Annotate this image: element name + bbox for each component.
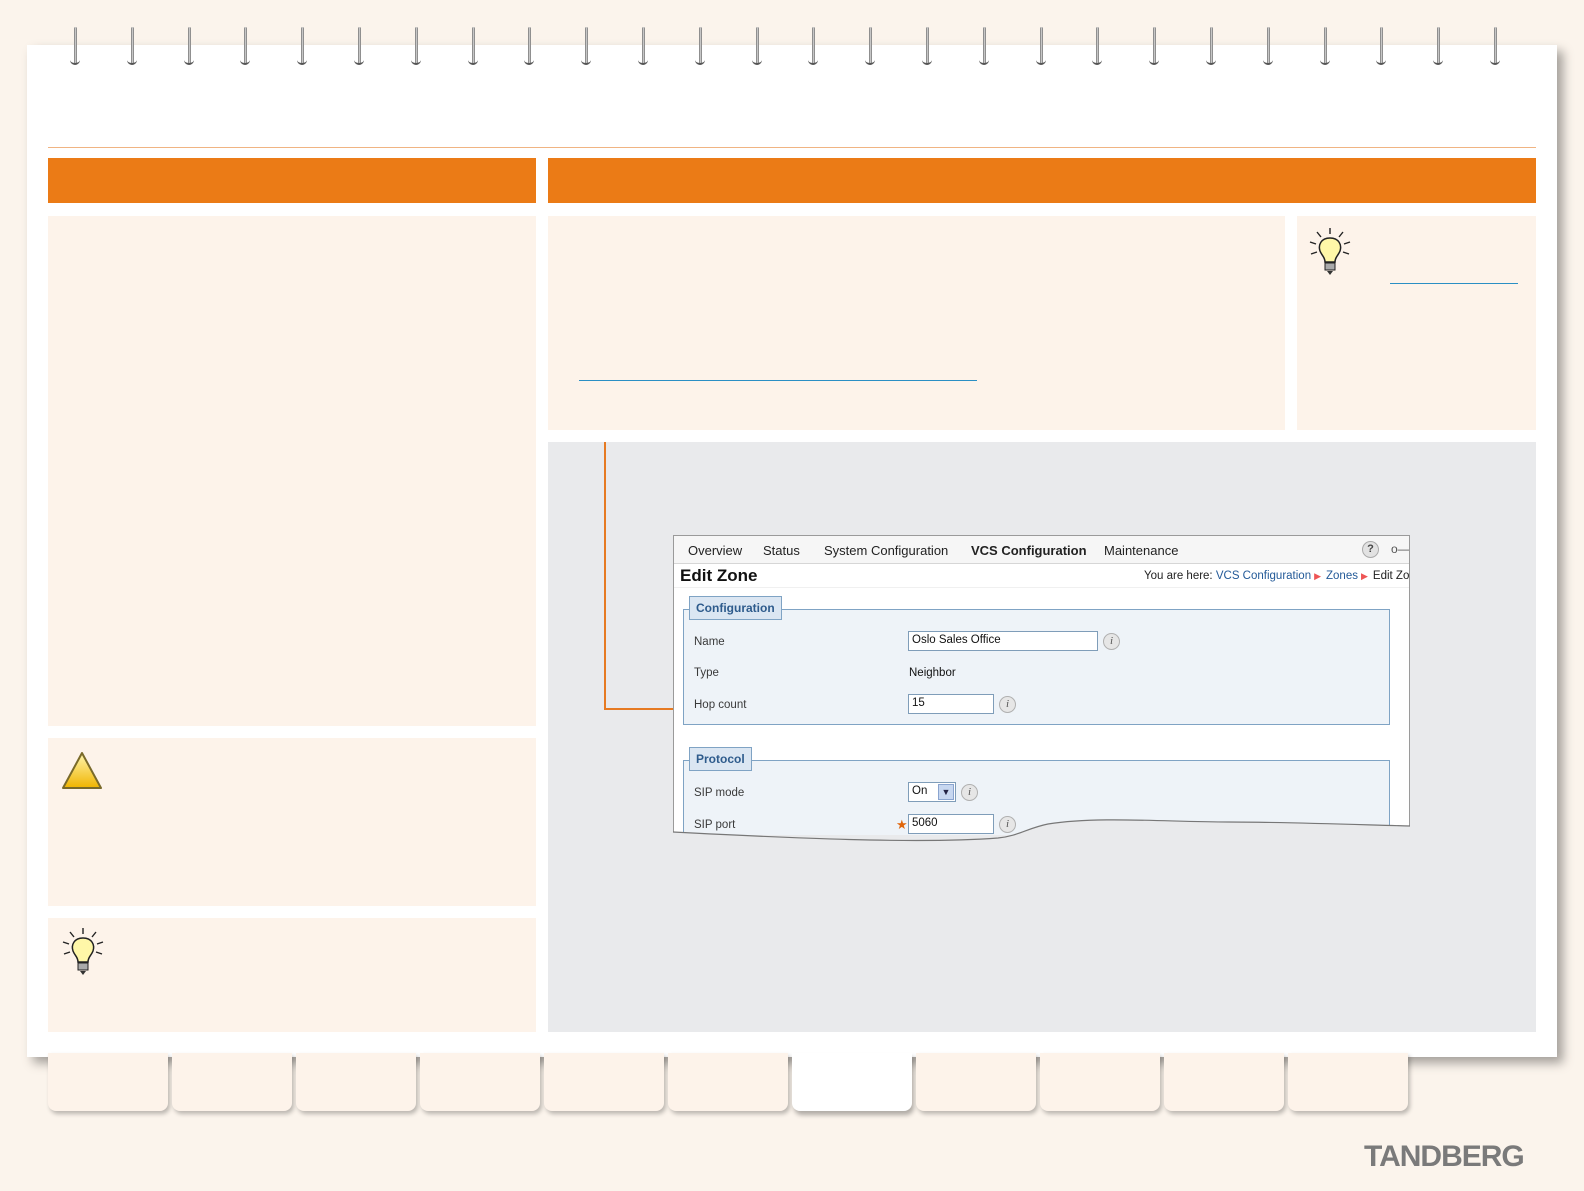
section-tab[interactable] [544,1053,664,1111]
section-tab[interactable] [296,1053,416,1111]
sip-mode-label: SIP mode [694,787,745,799]
torn-edge [668,819,1413,848]
breadcrumb-vcs-configuration[interactable]: VCS Configuration [1216,570,1311,582]
tip-panel-right [1297,216,1536,430]
section-tab[interactable] [1164,1053,1284,1111]
underlined-link[interactable] [579,380,977,381]
breadcrumb-arrow-icon: ▶ [1314,571,1322,581]
help-icon[interactable]: ? [1362,541,1379,558]
section-tab[interactable] [420,1053,540,1111]
binding-ring [467,27,478,71]
chevron-down-icon[interactable]: ▼ [938,784,954,800]
binding-ring [524,27,535,71]
binding-ring [922,27,932,71]
warning-panel [48,738,536,906]
binding-ring [1376,27,1387,71]
binding-ring [1035,27,1046,71]
binding-ring [410,27,421,71]
brand-logo: TANDBERG [1364,1140,1525,1173]
protocol-legend: Protocol [689,747,752,771]
binding-ring [638,27,648,71]
breadcrumb: You are here: VCS Configuration ▶ Zones ▶ Ed… [1144,570,1409,582]
hop-count-input[interactable]: 15 [908,694,994,714]
header-rule [48,147,1536,148]
spiral-binding [70,27,1520,71]
warning-triangle-icon [62,752,102,789]
nav-overview[interactable]: Overview [688,543,742,558]
binding-ring [1319,27,1330,71]
info-icon[interactable]: i [961,784,978,801]
binding-ring [694,27,705,71]
hop-count-label: Hop count [694,699,747,711]
left-text-panel [48,216,536,726]
sip-mode-value: On [912,785,928,797]
sip-mode-select[interactable]: On ▼ [908,782,956,802]
binding-ring [978,27,989,71]
info-icon[interactable]: i [1103,633,1120,650]
section-tab[interactable] [668,1053,788,1111]
page-title: Edit Zone [680,566,758,585]
nav-status[interactable]: Status [763,543,800,558]
type-value: Neighbor [909,667,956,679]
nav-maintenance[interactable]: Maintenance [1104,543,1178,558]
binding-ring [1490,27,1500,71]
vcs-screenshot: Overview Status System Configuration VCS… [673,535,1410,835]
name-input[interactable]: Oslo Sales Office [908,631,1098,651]
section-tab[interactable] [1040,1053,1160,1111]
callout-line [604,442,606,710]
binding-ring [1262,27,1273,71]
binding-ring [354,27,364,71]
nav-vcs-configuration[interactable]: VCS Configuration [971,543,1087,558]
breadcrumb-zones[interactable]: Zones [1326,570,1358,582]
key-icon[interactable]: o— [1391,541,1409,558]
section-tab[interactable] [48,1053,168,1111]
lightbulb-icon [62,928,104,975]
binding-ring [240,27,251,71]
binding-ring [865,27,876,71]
binding-ring [1206,27,1216,71]
name-label: Name [694,636,725,648]
binding-ring [70,27,80,71]
binding-ring [581,27,592,71]
section-tab[interactable] [172,1053,292,1111]
binding-ring [808,27,819,71]
right-header-bar [548,158,1536,203]
binding-ring [183,27,194,71]
binding-ring [751,27,762,71]
lightbulb-icon [1309,228,1351,275]
breadcrumb-current: Edit Zo [1372,570,1410,582]
configuration-fieldset: Configuration Name Oslo Sales Office i T… [683,596,1390,725]
type-label: Type [694,667,719,679]
section-tab[interactable] [1288,1053,1408,1111]
binding-ring [297,27,308,71]
configuration-legend: Configuration [689,596,782,620]
section-tab-active[interactable] [792,1053,912,1111]
title-bar: Edit Zone You are here: VCS Configuratio… [674,564,1409,588]
underlined-link[interactable] [1390,283,1518,284]
binding-ring [1092,27,1103,71]
binding-ring [1433,27,1444,71]
top-nav: Overview Status System Configuration VCS… [674,536,1409,564]
info-icon[interactable]: i [999,696,1016,713]
section-tab[interactable] [916,1053,1036,1111]
binding-ring [126,27,137,71]
breadcrumb-arrow-icon: ▶ [1360,571,1368,581]
tip-panel-left [48,918,536,1032]
callout-line-horizontal [604,708,682,710]
intro-panel [548,216,1285,430]
left-header-bar [48,158,536,203]
breadcrumb-prefix: You are here: [1144,570,1213,582]
binding-ring [1149,27,1160,71]
nav-system-configuration[interactable]: System Configuration [824,543,948,558]
